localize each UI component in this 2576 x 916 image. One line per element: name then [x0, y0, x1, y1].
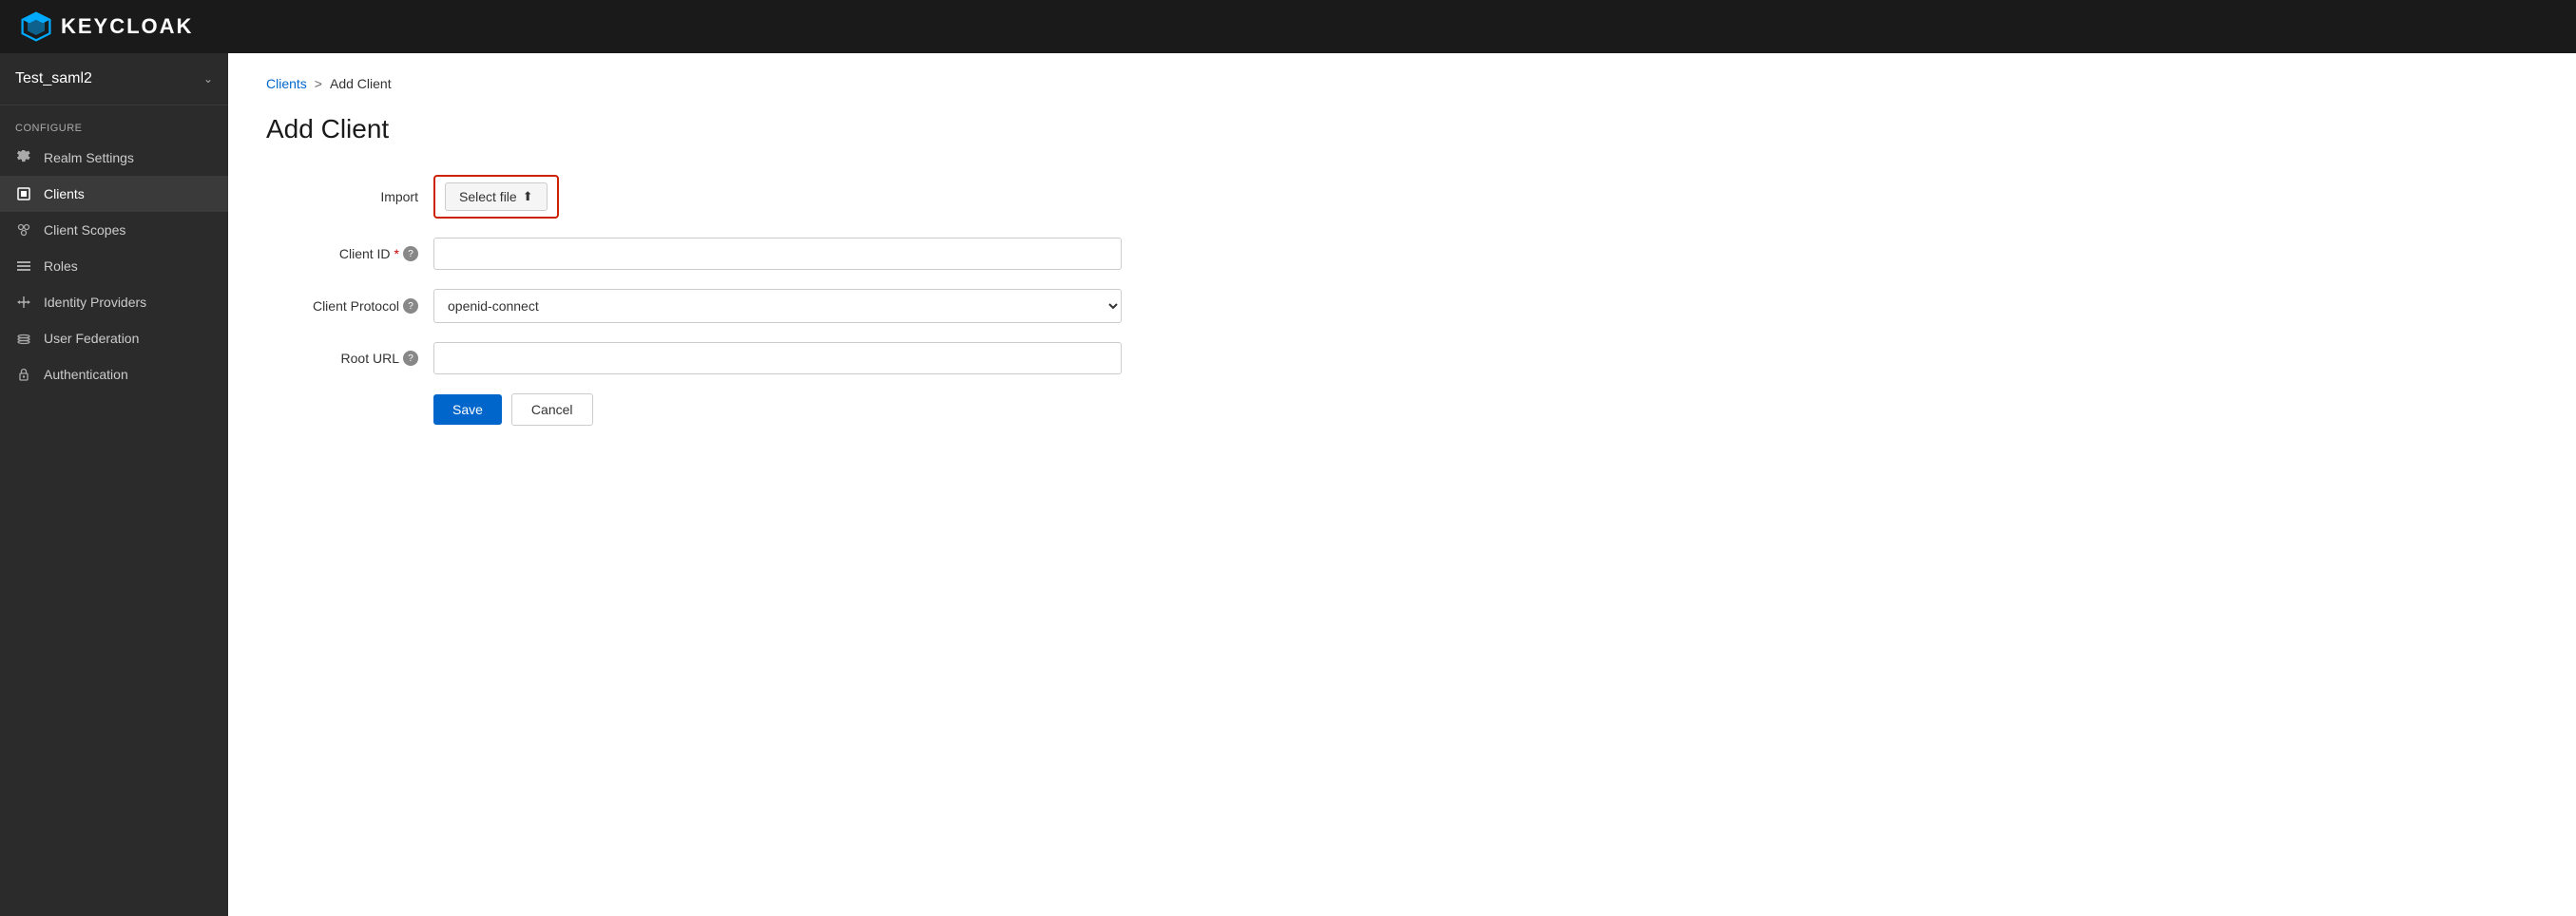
import-file-section: Select file ⬆	[433, 175, 559, 219]
root-url-control	[433, 342, 1122, 374]
client-id-control	[433, 238, 1122, 270]
select-file-button[interactable]: Select file ⬆	[445, 182, 548, 211]
logo: KEYCLOAK	[19, 10, 193, 44]
realm-selector[interactable]: Test_saml2 ⌄	[0, 53, 228, 105]
sidebar-item-client-scopes-label: Client Scopes	[44, 222, 125, 238]
realm-chevron-icon: ⌄	[203, 72, 213, 86]
client-id-input[interactable]	[433, 238, 1122, 270]
breadcrumb-clients-link[interactable]: Clients	[266, 76, 307, 91]
root-url-row: Root URL ?	[266, 342, 1122, 374]
client-protocol-row: Client Protocol ? openid-connect saml	[266, 289, 1122, 323]
import-row: Import Select file ⬆	[266, 175, 1122, 219]
import-label: Import	[266, 189, 418, 204]
clients-icon	[15, 185, 32, 202]
sidebar-item-realm-settings-label: Realm Settings	[44, 150, 134, 165]
page-title: Add Client	[266, 114, 2538, 144]
topbar: KEYCLOAK	[0, 0, 2576, 53]
logo-text: KEYCLOAK	[61, 14, 193, 39]
sidebar-item-authentication-label: Authentication	[44, 367, 128, 382]
sidebar-item-user-federation-label: User Federation	[44, 331, 139, 346]
sidebar-item-identity-providers[interactable]: Identity Providers	[0, 284, 228, 320]
client-id-label: Client ID * ?	[266, 246, 418, 261]
save-button[interactable]: Save	[433, 394, 502, 425]
root-url-help-icon[interactable]: ?	[403, 351, 418, 366]
authentication-icon	[15, 366, 32, 383]
realm-settings-icon	[15, 149, 32, 166]
client-protocol-help-icon[interactable]: ?	[403, 298, 418, 314]
user-federation-icon	[15, 330, 32, 347]
client-protocol-control: openid-connect saml	[433, 289, 1122, 323]
identity-providers-icon	[15, 294, 32, 311]
sidebar-item-clients[interactable]: Clients	[0, 176, 228, 212]
sidebar-item-realm-settings[interactable]: Realm Settings	[0, 140, 228, 176]
main-content: Clients > Add Client Add Client Import S…	[228, 53, 2576, 916]
sidebar-item-user-federation[interactable]: User Federation	[0, 320, 228, 356]
breadcrumb-separator: >	[315, 76, 322, 91]
sidebar-item-identity-providers-label: Identity Providers	[44, 295, 146, 310]
select-file-label: Select file	[459, 189, 517, 204]
root-url-input[interactable]	[433, 342, 1122, 374]
sidebar-item-clients-label: Clients	[44, 186, 85, 201]
root-url-label: Root URL ?	[266, 351, 418, 366]
breadcrumb-current: Add Client	[330, 76, 392, 91]
cancel-button[interactable]: Cancel	[511, 393, 593, 426]
breadcrumb: Clients > Add Client	[266, 76, 2538, 91]
client-protocol-select[interactable]: openid-connect saml	[433, 289, 1122, 323]
form-buttons: Save Cancel	[433, 393, 1122, 426]
keycloak-logo-icon	[19, 10, 53, 44]
import-control: Select file ⬆	[433, 175, 1122, 219]
sidebar-item-roles-label: Roles	[44, 258, 78, 274]
client-scopes-icon	[15, 221, 32, 239]
sidebar: Test_saml2 ⌄ Configure Realm Settings Cl…	[0, 53, 228, 916]
upload-icon: ⬆	[523, 189, 533, 204]
add-client-form: Import Select file ⬆ Client ID * ?	[266, 175, 1122, 426]
sidebar-item-authentication[interactable]: Authentication	[0, 356, 228, 392]
client-protocol-label: Client Protocol ?	[266, 298, 418, 314]
client-id-help-icon[interactable]: ?	[403, 246, 418, 261]
sidebar-item-roles[interactable]: Roles	[0, 248, 228, 284]
configure-section-label: Configure	[0, 105, 228, 140]
roles-icon	[15, 258, 32, 275]
client-id-row: Client ID * ?	[266, 238, 1122, 270]
sidebar-item-client-scopes[interactable]: Client Scopes	[0, 212, 228, 248]
realm-name: Test_saml2	[15, 70, 92, 87]
required-indicator: *	[394, 246, 399, 261]
